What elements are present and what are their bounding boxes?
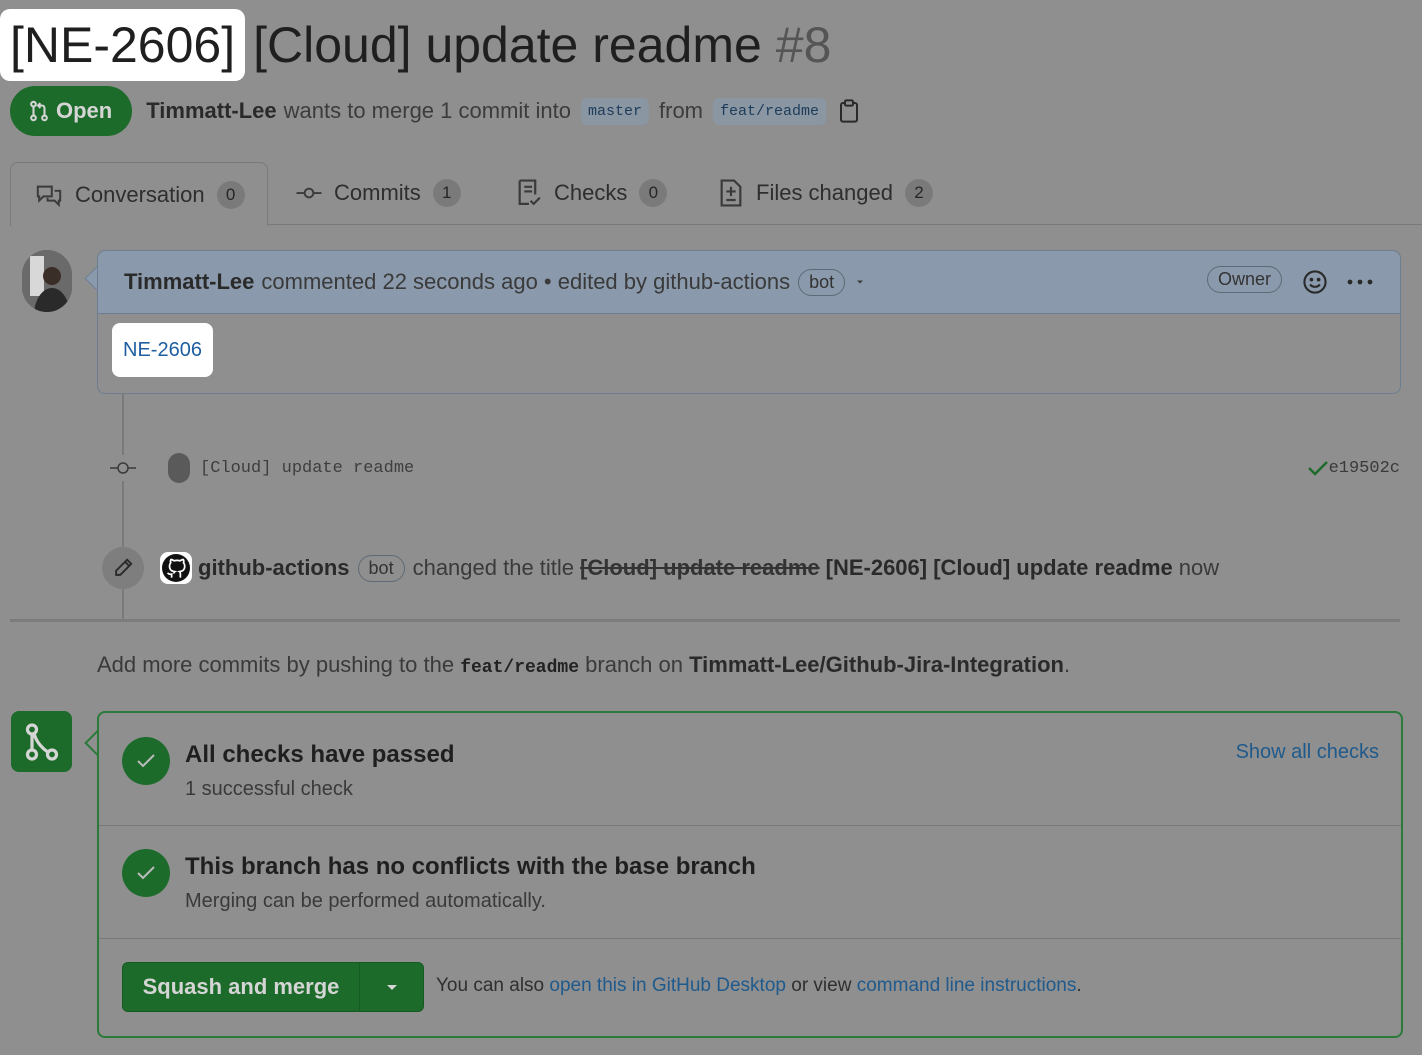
merge-method-dropdown[interactable] <box>360 963 423 1011</box>
from-label: from <box>659 98 703 123</box>
comment-header: Timmatt-Lee commented 22 seconds ago • e… <box>98 251 1400 314</box>
tab-label: Files changed <box>756 180 893 205</box>
pr-title-issue-key: [NE-2606] <box>0 9 246 81</box>
pr-number: #8 <box>775 17 832 73</box>
commit-sha: e19502c <box>1328 458 1400 478</box>
new-title: [NE-2606] [Cloud] update readme <box>825 555 1173 580</box>
pencil-icon <box>102 547 144 589</box>
conflicts-subtitle: Merging can be performed automatically. <box>185 890 546 912</box>
tab-count: 0 <box>639 179 668 207</box>
checklist-icon <box>518 179 541 206</box>
tab-files-changed[interactable]: Files changed 2 <box>718 162 933 224</box>
chevron-down-icon <box>386 985 397 990</box>
commit-author-avatar[interactable] <box>168 453 190 483</box>
checks-subtitle: 1 successful check <box>185 778 353 800</box>
head-branch[interactable]: feat/readme <box>713 97 827 125</box>
event-time[interactable]: now <box>1179 555 1219 581</box>
merge-actions: Squash and merge You can also open this … <box>99 939 1401 1034</box>
timeline-divider <box>10 619 1400 622</box>
squash-and-merge-button[interactable]: Squash and merge <box>123 963 360 1011</box>
tab-conversation[interactable]: Conversation 0 <box>10 162 268 226</box>
commit-sha-link[interactable]: e19502c <box>1307 459 1400 478</box>
commit-icon <box>296 187 322 199</box>
also-suffix: . <box>1076 975 1082 996</box>
pr-author-link[interactable]: Timmatt-Lee <box>146 98 276 124</box>
push-hint-suffix: . <box>1063 652 1071 677</box>
commit-message[interactable]: [Cloud] update readme <box>200 459 414 478</box>
conflicts-section: This branch has no conflicts with the ba… <box>99 826 1401 939</box>
or-view-text: or view <box>791 975 852 996</box>
push-hint-branch: feat/readme <box>460 658 580 678</box>
check-icon[interactable] <box>1307 459 1329 477</box>
event-action: changed the title <box>412 555 575 580</box>
pr-title-text: [Cloud] update readme <box>253 17 762 73</box>
tab-commits[interactable]: Commits 1 <box>296 162 461 224</box>
bot-badge: bot <box>798 268 846 296</box>
check-circle-icon <box>122 849 170 897</box>
squash-and-merge-button-group: Squash and merge <box>122 962 424 1012</box>
merge-box: All checks have passed 1 successful chec… <box>97 711 1403 1038</box>
status-label: Open <box>56 98 113 123</box>
repo-link[interactable]: Timmatt-Lee/Github-Jira-Integration <box>689 652 1064 677</box>
open-in-desktop-link[interactable]: open this in GitHub Desktop <box>549 975 786 996</box>
alternative-merge-options: You can also open this in GitHub Desktop… <box>436 975 1082 997</box>
push-hint-middle: branch on <box>585 652 683 677</box>
comment-author-link[interactable]: Timmatt-Lee <box>124 269 254 295</box>
also-prefix: You can also <box>436 975 545 996</box>
check-circle-icon <box>122 737 170 785</box>
base-branch[interactable]: master <box>580 97 649 125</box>
checks-section: All checks have passed 1 successful chec… <box>99 713 1401 826</box>
push-hint: Add more commits by pushing to the feat/… <box>97 652 1070 678</box>
tab-count: 1 <box>432 179 461 207</box>
title-change-event: github-actions bot changed the title [Cl… <box>102 547 1219 589</box>
comment-card: Timmatt-Lee commented 22 seconds ago • e… <box>97 250 1401 394</box>
comment-meta[interactable]: commented 22 seconds ago • edited by git… <box>261 269 790 295</box>
tab-label: Commits <box>334 180 421 205</box>
more-options-icon[interactable] <box>1346 271 1374 293</box>
event-actor-link[interactable]: github-actions <box>198 555 350 581</box>
conflicts-title: This branch has no conflicts with the ba… <box>185 853 756 880</box>
status-badge: Open <box>10 86 133 136</box>
merge-description: wants to merge 1 commit into <box>283 98 571 123</box>
show-all-checks-link[interactable]: Show all checks <box>1236 741 1379 764</box>
pr-tabs: Conversation 0 Commits 1 Checks 0 Files … <box>10 162 1422 226</box>
command-line-instructions-link[interactable]: command line instructions <box>857 975 1077 996</box>
commit-icon <box>110 455 136 481</box>
conversation-icon <box>36 185 62 207</box>
tab-count: 0 <box>216 180 245 209</box>
bot-badge: bot <box>357 554 405 582</box>
push-hint-prefix: Add more commits by pushing to the <box>97 652 455 677</box>
file-diff-icon <box>720 179 742 207</box>
copy-icon[interactable] <box>838 99 860 123</box>
edit-history-dropdown-icon[interactable] <box>855 278 865 286</box>
github-logo-icon <box>162 554 190 582</box>
avatar[interactable] <box>22 250 72 312</box>
old-title: [Cloud] update readme <box>580 555 820 580</box>
tab-checks[interactable]: Checks 0 <box>516 162 668 224</box>
merge-icon <box>11 711 72 772</box>
tab-count: 2 <box>904 179 933 207</box>
pr-subtitle: Open Timmatt-Lee wants to merge 1 commit… <box>10 86 860 136</box>
commit-item: [Cloud] update readme e19502c <box>110 448 1400 488</box>
github-actions-avatar[interactable] <box>160 552 192 584</box>
tab-label: Checks <box>554 180 628 205</box>
owner-badge: Owner <box>1206 266 1282 293</box>
checks-title: All checks have passed <box>185 741 455 768</box>
pr-title: [NE-2606] [Cloud] update readme #8 <box>0 8 831 82</box>
tab-label: Conversation <box>75 181 205 207</box>
comment-body-link[interactable]: NE-2606 <box>112 323 213 377</box>
add-reaction-icon[interactable] <box>1302 269 1328 295</box>
pull-request-icon <box>30 100 48 122</box>
